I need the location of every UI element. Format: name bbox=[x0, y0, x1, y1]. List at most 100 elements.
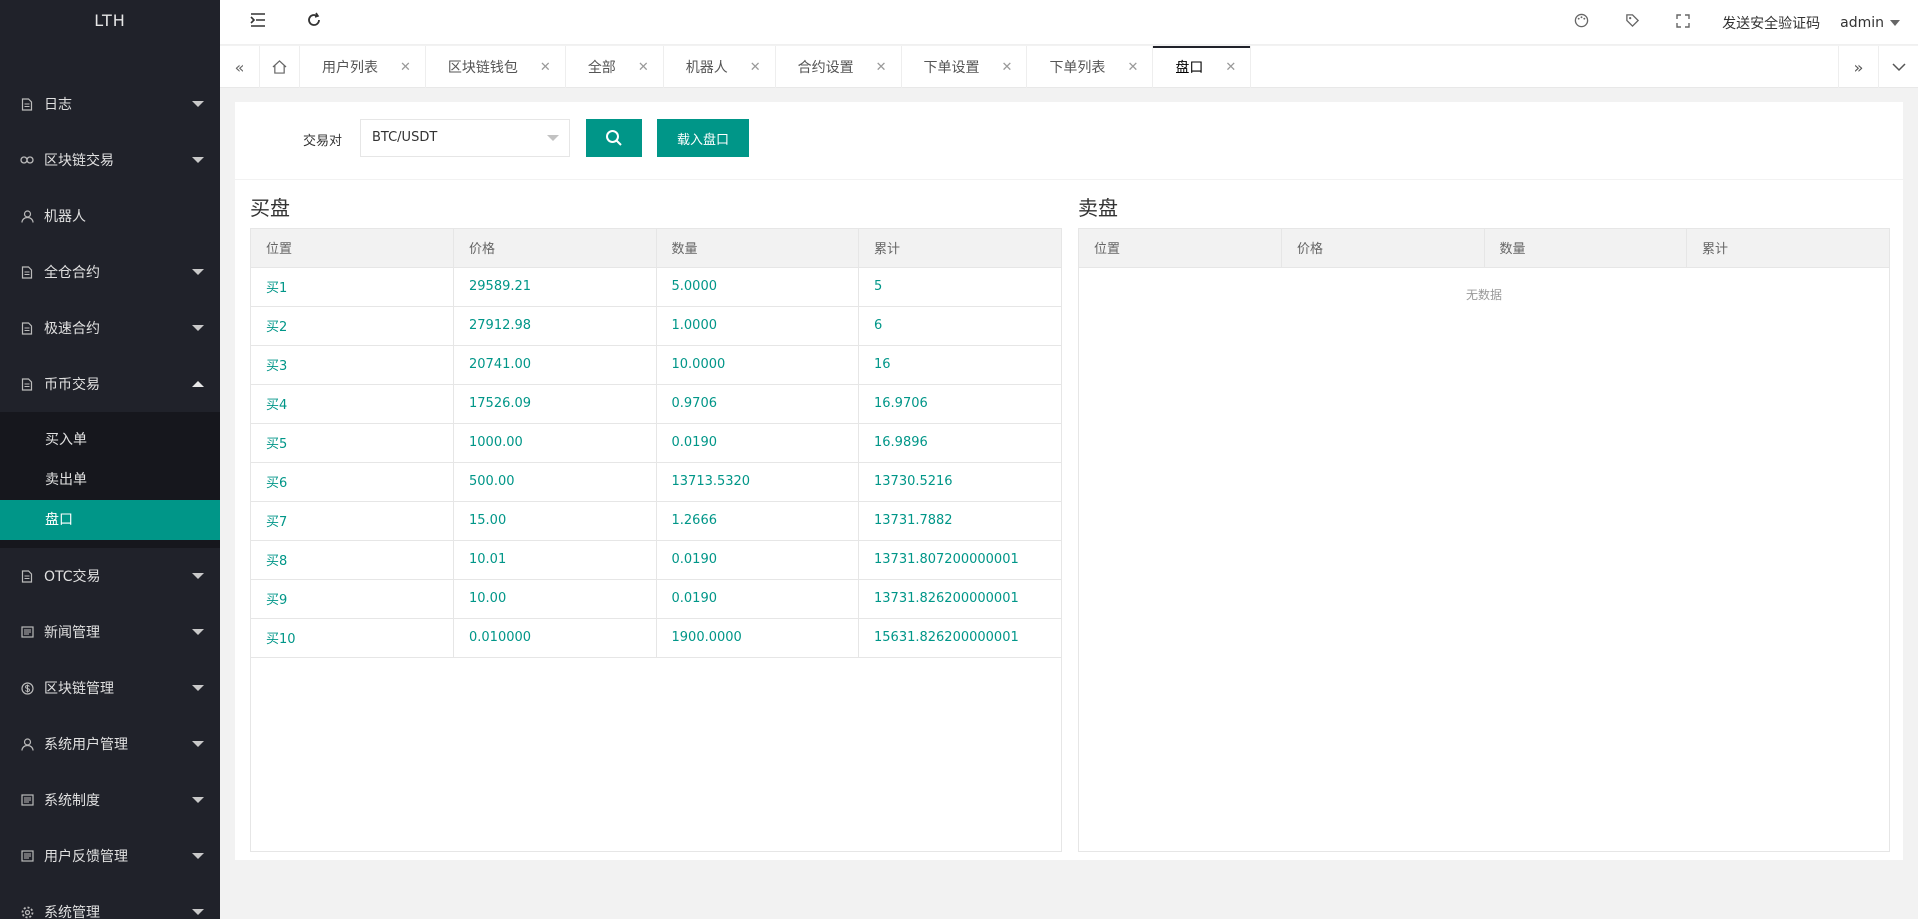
sidebar-item-label: 区块链管理 bbox=[44, 681, 114, 697]
news-icon bbox=[20, 849, 34, 863]
table-cell: 1.2666 bbox=[656, 501, 859, 541]
user-name: admin bbox=[1840, 14, 1884, 31]
sidebar-item-label: 系统制度 bbox=[44, 793, 100, 809]
sidebar-item-nav1-2[interactable]: 机器人 bbox=[0, 188, 220, 244]
table-cell: 5 bbox=[858, 267, 1061, 307]
sidebar-item-nav2-0[interactable]: OTC交易 bbox=[0, 548, 220, 604]
menu-fold-icon[interactable] bbox=[248, 12, 268, 32]
sidebar-item-label: 币币交易 bbox=[44, 377, 100, 393]
refresh-icon[interactable] bbox=[304, 12, 324, 32]
sidebar: LTH 日志 区块链交易 机器人 全仓合约 极速合约 币币交易 买入单 卖出单 … bbox=[0, 0, 220, 919]
tab-label: 下单列表 bbox=[1049, 60, 1106, 76]
send-security-code-button[interactable]: 发送安全验证码 bbox=[1722, 13, 1820, 33]
chevron-icon bbox=[192, 269, 204, 275]
empty-state: 无数据 bbox=[1465, 287, 1502, 302]
sidebar-item-nav1-3[interactable]: 全仓合约 bbox=[0, 244, 220, 300]
chevron-icon bbox=[192, 741, 204, 747]
orderbook-card: 交易对 BTC/USDT 载入盘口 买盘 位置 价格 数量 累计 买1 29589.21… bbox=[235, 102, 1903, 860]
table-cell: 500.00 bbox=[453, 462, 657, 502]
user-menu[interactable]: admin bbox=[1840, 15, 1900, 31]
sidebar-subitem-buy-orders[interactable]: 买入单 bbox=[0, 420, 220, 460]
user-icon bbox=[20, 209, 34, 223]
tab-label: 全部 bbox=[587, 60, 616, 76]
sell-col-header: 位置 bbox=[1079, 229, 1282, 268]
chevron-icon bbox=[192, 157, 204, 163]
sidebar-item-nav2-4[interactable]: 系统制度 bbox=[0, 772, 220, 828]
tab-label: 区块链钱包 bbox=[447, 60, 518, 76]
buy-col-header: 数量 bbox=[656, 229, 859, 268]
table-cell: 10.01 bbox=[453, 540, 657, 580]
pair-label: 交易对 bbox=[303, 134, 343, 149]
tab-scroll-left-icon[interactable]: « bbox=[220, 46, 260, 88]
sidebar-subitem-orderbook[interactable]: 盘口 bbox=[0, 500, 220, 540]
table-cell: 13731.807200000001 bbox=[858, 540, 1061, 580]
fullscreen-icon[interactable] bbox=[1676, 13, 1690, 32]
table-cell: 5.0000 bbox=[656, 267, 859, 307]
tab-1[interactable]: 区块链钱包 ✕ bbox=[426, 46, 566, 88]
close-icon[interactable]: ✕ bbox=[1002, 60, 1013, 75]
table-cell: 买7 bbox=[251, 501, 454, 541]
sidebar-item-label: 全仓合约 bbox=[44, 265, 100, 281]
doc-icon bbox=[20, 97, 34, 111]
news-icon bbox=[20, 793, 34, 807]
sidebar-item-nav1-0[interactable]: 日志 bbox=[0, 76, 220, 132]
close-icon[interactable]: ✕ bbox=[638, 60, 649, 75]
sidebar-item-nav2-2[interactable]: 区块链管理 bbox=[0, 660, 220, 716]
chevron-icon bbox=[192, 573, 204, 579]
tab-4[interactable]: 合约设置 ✕ bbox=[776, 46, 902, 88]
tag-icon[interactable] bbox=[1625, 13, 1640, 32]
table-cell: 买10 bbox=[251, 618, 454, 658]
tab-menu-chevron-icon[interactable] bbox=[1878, 46, 1918, 88]
table-row: 买3 20741.00 10.0000 16 bbox=[251, 345, 1061, 385]
submenu-coin-trading: 买入单 卖出单 盘口 bbox=[0, 412, 220, 548]
close-icon[interactable]: ✕ bbox=[876, 60, 887, 75]
sidebar-item-nav2-6[interactable]: 系统管理 bbox=[0, 884, 220, 919]
link-icon bbox=[20, 153, 34, 167]
close-icon[interactable]: ✕ bbox=[540, 60, 551, 75]
table-cell: 13731.826200000001 bbox=[858, 579, 1061, 619]
user-icon bbox=[20, 737, 34, 751]
load-orderbook-button[interactable]: 载入盘口 bbox=[657, 119, 749, 157]
sidebar-item-nav2-3[interactable]: 系统用户管理 bbox=[0, 716, 220, 772]
tab-scroll-right-icon[interactable]: » bbox=[1838, 46, 1878, 88]
tab-5[interactable]: 下单设置 ✕ bbox=[902, 46, 1028, 88]
tab-bar: « 用户列表 ✕ 区块链钱包 ✕ 全部 ✕ 机器人 ✕ 合约设置 ✕ 下单设置 … bbox=[220, 46, 1918, 88]
tab-2[interactable]: 全部 ✕ bbox=[566, 46, 664, 88]
sell-col-header: 价格 bbox=[1281, 229, 1485, 268]
table-cell: 10.00 bbox=[453, 579, 657, 619]
tab-0[interactable]: 用户列表 ✕ bbox=[300, 46, 426, 88]
sell-title: 卖盘 bbox=[1078, 196, 1118, 220]
table-cell: 20741.00 bbox=[453, 345, 657, 385]
tab-3[interactable]: 机器人 ✕ bbox=[664, 46, 776, 88]
close-icon[interactable]: ✕ bbox=[1127, 60, 1138, 75]
close-icon[interactable]: ✕ bbox=[1225, 60, 1236, 75]
table-cell: 13713.5320 bbox=[656, 462, 859, 502]
sidebar-item-nav2-5[interactable]: 用户反馈管理 bbox=[0, 828, 220, 884]
sidebar-item-nav1-1[interactable]: 区块链交易 bbox=[0, 132, 220, 188]
close-icon[interactable]: ✕ bbox=[750, 60, 761, 75]
chevron-icon bbox=[192, 381, 204, 387]
table-row: 买5 1000.00 0.0190 16.9896 bbox=[251, 423, 1061, 463]
tab-6[interactable]: 下单列表 ✕ bbox=[1027, 46, 1154, 88]
sidebar-item-label: 新闻管理 bbox=[44, 625, 100, 641]
search-button[interactable] bbox=[586, 119, 642, 157]
table-cell: 买3 bbox=[251, 345, 454, 385]
table-cell: 0.0190 bbox=[656, 423, 859, 463]
home-icon[interactable] bbox=[260, 46, 300, 88]
theme-icon[interactable] bbox=[1574, 13, 1589, 32]
sidebar-item-label: OTC交易 bbox=[44, 569, 101, 585]
tab-label: 用户列表 bbox=[322, 60, 378, 76]
tab-label: 机器人 bbox=[685, 60, 728, 76]
pair-select[interactable]: BTC/USDT bbox=[360, 119, 570, 157]
doc-icon bbox=[20, 321, 34, 335]
table-cell: 13731.7882 bbox=[858, 501, 1061, 541]
sidebar-item-nav2-1[interactable]: 新闻管理 bbox=[0, 604, 220, 660]
sidebar-subitem-sell-orders[interactable]: 卖出单 bbox=[0, 460, 220, 500]
table-cell: 0.0190 bbox=[656, 540, 859, 580]
table-cell: 13730.5216 bbox=[858, 462, 1061, 502]
sidebar-item-nav1-4[interactable]: 极速合约 bbox=[0, 300, 220, 356]
tab-7[interactable]: 盘口 ✕ bbox=[1153, 46, 1252, 88]
sidebar-item-nav1-5[interactable]: 币币交易 bbox=[0, 356, 220, 412]
chevron-down-icon bbox=[547, 135, 559, 141]
close-icon[interactable]: ✕ bbox=[400, 60, 411, 75]
